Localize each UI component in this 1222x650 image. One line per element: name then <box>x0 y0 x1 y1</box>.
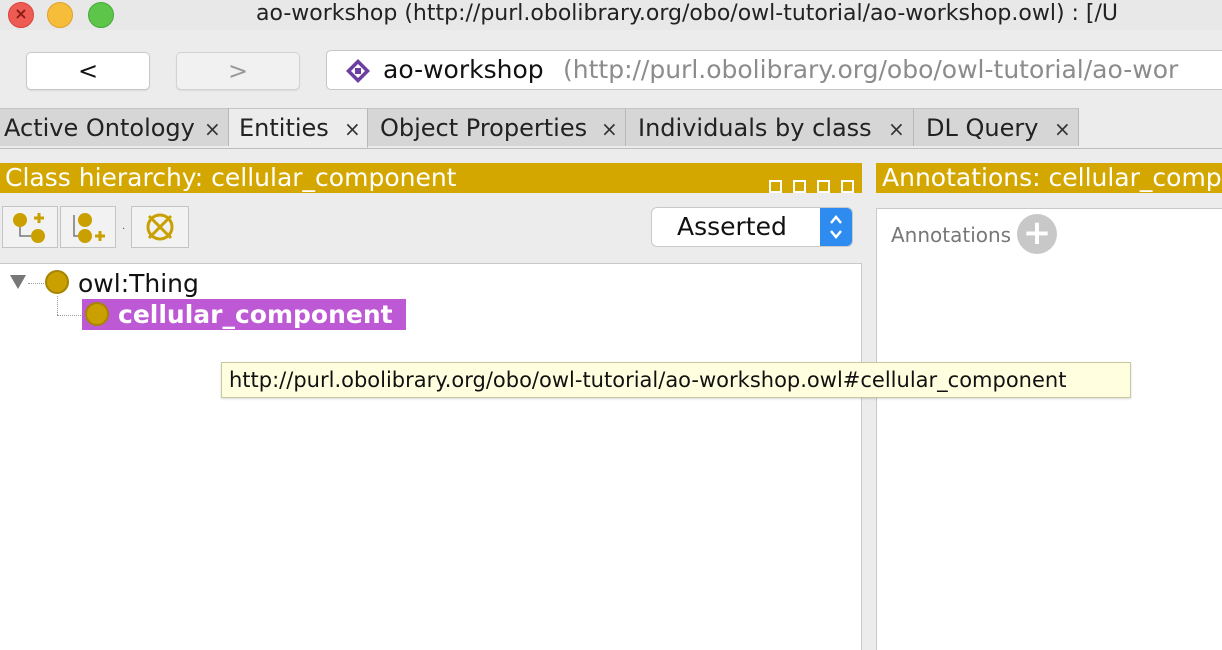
tab-label: Object Properties <box>380 114 588 142</box>
select-arrows-icon <box>820 208 852 246</box>
tab-label: Active Ontology <box>4 114 195 142</box>
tab-close-icon[interactable]: × <box>888 110 905 148</box>
close-icon: × <box>14 4 28 23</box>
annotations-title: Annotations: cellular_comp <box>882 163 1222 192</box>
annotations-header: Annotations: cellular_comp <box>876 163 1222 193</box>
tab-label: DL Query <box>926 114 1039 142</box>
iri-tooltip: http://purl.obolibrary.org/obo/owl-tutor… <box>221 362 1131 398</box>
class-hierarchy-header: Class hierarchy: cellular_component <box>0 163 862 193</box>
tab-close-icon[interactable]: × <box>344 110 361 148</box>
ontology-diamond-icon <box>346 59 370 83</box>
window-minimize-button[interactable] <box>47 2 73 28</box>
tree-connector <box>57 296 58 315</box>
view-controls <box>766 170 854 193</box>
delete-class-icon <box>146 213 174 241</box>
tab-close-icon[interactable]: × <box>204 110 221 148</box>
plus-icon: + <box>1022 213 1052 253</box>
tree-connector <box>28 283 44 284</box>
forward-button[interactable]: > <box>176 52 300 90</box>
navigation-bar: < > ao-workshop (http://purl.obolibrary.… <box>0 36 1222 106</box>
tree-node-cellular-component[interactable]: cellular_component <box>82 299 406 330</box>
add-annotation-button[interactable]: + <box>1017 214 1057 254</box>
tree-expand-icon[interactable] <box>10 275 26 289</box>
window-close-button[interactable]: × <box>8 2 34 28</box>
tree-node-owl-thing[interactable]: owl:Thing <box>78 269 199 298</box>
add-subclass-icon <box>13 213 45 243</box>
ontology-name: ao-workshop <box>383 55 544 84</box>
class-icon <box>45 270 69 294</box>
class-icon <box>85 302 109 326</box>
toolbar-separator: · <box>122 224 126 235</box>
add-sibling-class-icon <box>73 213 105 243</box>
tree-node-label: cellular_component <box>118 300 393 329</box>
tab-individuals-by-class[interactable]: Individuals by class × <box>626 108 914 146</box>
tab-active-ontology[interactable]: Active Ontology × <box>0 108 229 146</box>
tree-connector <box>57 315 83 316</box>
tab-close-icon[interactable]: × <box>601 110 618 148</box>
ontology-address-bar[interactable]: ao-workshop (http://purl.obolibrary.org/… <box>326 50 1222 90</box>
class-hierarchy-toolbar: · Asserted <box>0 206 862 252</box>
title-bar: × ao-workshop (http://purl.obolibrary.or… <box>0 0 1222 30</box>
float-view-icon[interactable] <box>793 180 807 193</box>
window-maximize-button[interactable] <box>88 2 114 28</box>
panel-splitter[interactable] <box>862 155 876 650</box>
class-hierarchy-title: Class hierarchy: cellular_component <box>5 163 457 192</box>
delete-class-button[interactable] <box>131 206 189 248</box>
maximize-view-icon[interactable] <box>817 180 831 193</box>
hierarchy-mode-value: Asserted <box>677 212 787 241</box>
annotations-label: Annotations <box>891 223 1012 247</box>
tab-entities[interactable]: Entities × <box>229 108 368 148</box>
workspace-tabs: Active Ontology × Entities × Object Prop… <box>0 108 1222 149</box>
tab-close-icon[interactable]: × <box>1054 110 1071 148</box>
add-sibling-class-button[interactable] <box>60 206 116 248</box>
tab-label: Individuals by class <box>638 114 872 142</box>
tab-dl-query[interactable]: DL Query × <box>914 108 1079 146</box>
add-subclass-button[interactable] <box>2 206 58 248</box>
hierarchy-mode-select[interactable]: Asserted <box>651 207 853 247</box>
ontology-iri: (http://purl.obolibrary.org/obo/owl-tuto… <box>563 55 1179 84</box>
close-view-icon[interactable] <box>841 180 854 193</box>
tab-label: Entities <box>239 114 329 142</box>
tab-object-properties[interactable]: Object Properties × <box>368 108 626 146</box>
split-view-icon[interactable] <box>769 180 783 193</box>
class-tree[interactable]: owl:Thing cellular_component <box>0 263 862 650</box>
back-button[interactable]: < <box>26 52 150 90</box>
annotations-panel: Annotations + <box>876 208 1222 650</box>
window-title: ao-workshop (http://purl.obolibrary.org/… <box>256 1 1119 26</box>
